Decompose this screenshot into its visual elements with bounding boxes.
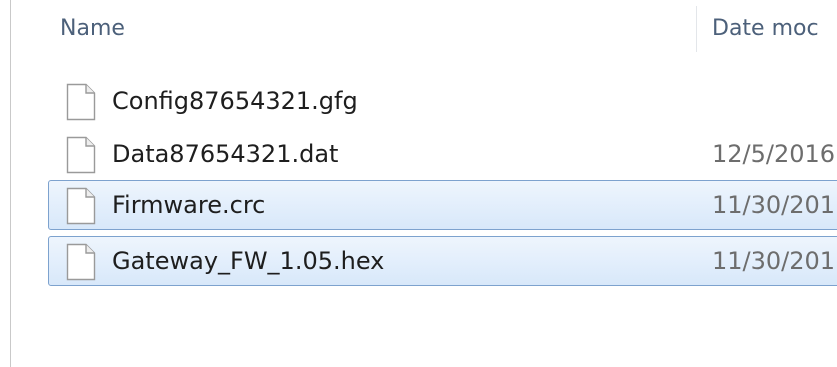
column-header-name[interactable]: Name [60, 16, 125, 41]
document-icon [66, 136, 96, 174]
file-date: 11/30/201 [712, 247, 836, 275]
column-divider[interactable] [696, 6, 697, 52]
file-name: Data87654321.dat [112, 140, 339, 168]
column-header-date-modified[interactable]: Date moc [712, 16, 819, 41]
file-row[interactable]: Config87654321.gfg [48, 76, 837, 126]
file-name: Firmware.crc [112, 191, 266, 219]
document-icon [66, 187, 96, 225]
file-explorer: Name Date moc Config87654321.gfg Data876… [0, 0, 837, 367]
file-name: Gateway_FW_1.05.hex [112, 247, 385, 275]
file-date: 11/30/201 [712, 191, 836, 219]
document-icon [66, 83, 96, 121]
file-row-selected[interactable]: Gateway_FW_1.05.hex 11/30/201 [48, 236, 837, 286]
file-row-selected[interactable]: Firmware.crc 11/30/201 [48, 180, 837, 230]
file-name: Config87654321.gfg [112, 87, 358, 115]
file-date: 12/5/2016 [712, 140, 836, 168]
file-row[interactable]: Data87654321.dat 12/5/2016 [48, 129, 837, 179]
document-icon [66, 243, 96, 281]
column-header-bar: Name Date moc [0, 0, 837, 62]
